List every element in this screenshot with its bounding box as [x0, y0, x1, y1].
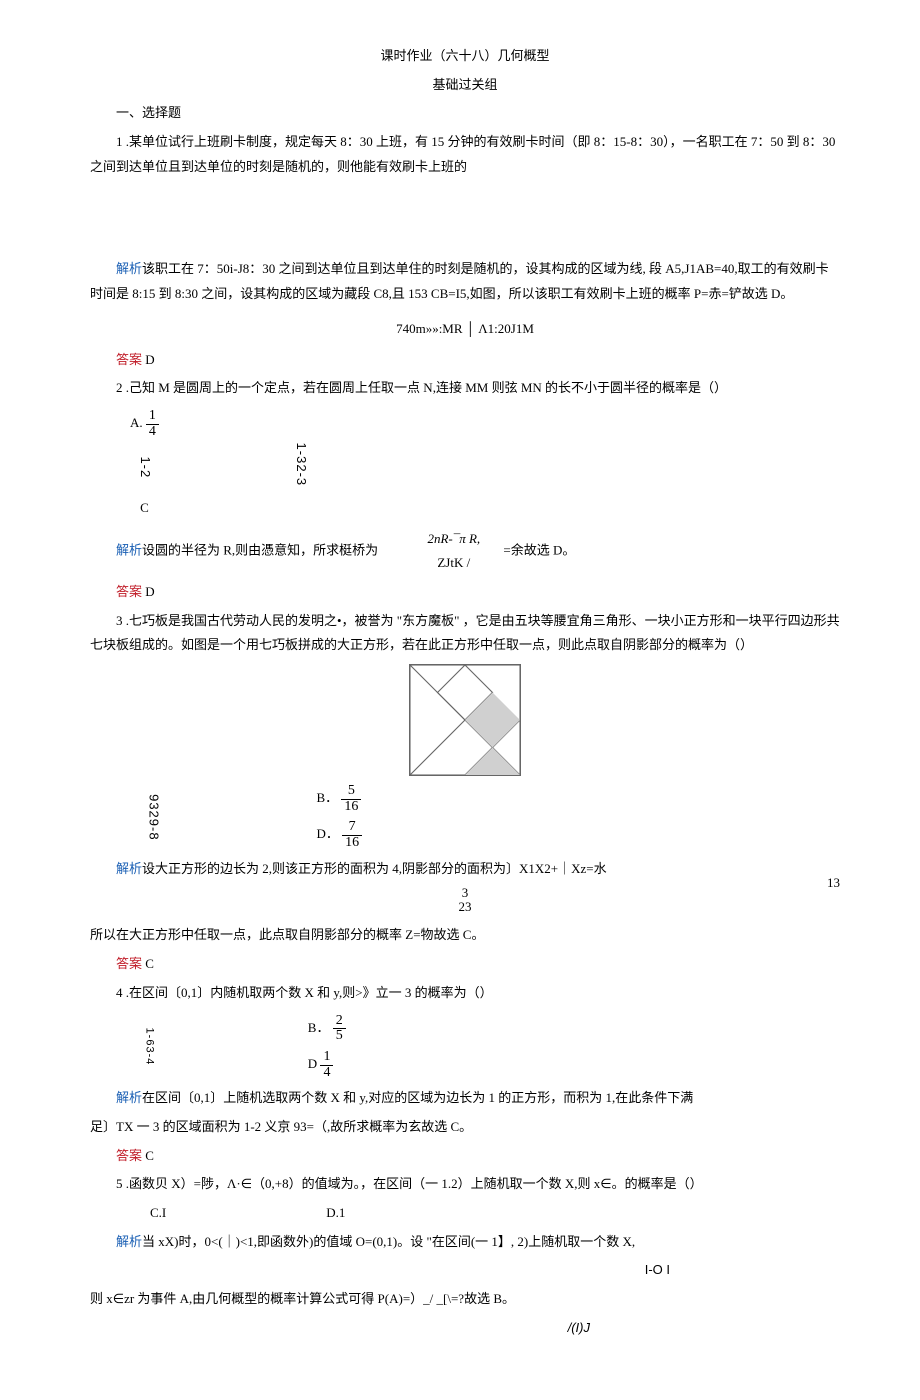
section-heading: 一、选择题 [90, 101, 840, 126]
analysis-label: 解析 [116, 861, 142, 876]
q4-answer: 答案 C [90, 1144, 840, 1169]
q2-rot-left: 1-2 [132, 457, 157, 479]
q3-stack: 323 [90, 886, 840, 920]
q1-answer-val: D [142, 352, 155, 367]
tangram-figure [409, 664, 521, 776]
q5-frac-top: I-O I [90, 1258, 840, 1283]
q1-number-line: 740m»»:MR │ Λ1:20J1M [90, 317, 840, 342]
q3-answer: 答案 C [90, 952, 840, 977]
q3-answer-val: C [142, 956, 154, 971]
q4-analysis-text: 在区间〔0,1〕上随机选取两个数 X 和 y,对应的区域为边长为 1 的正方形，… [142, 1090, 693, 1105]
q2-rot-right: 1-32-3 [288, 443, 313, 487]
q3-opt-b: B． 516 [316, 784, 361, 814]
q1-analysis: 解析该职工在 7：50i-J8：30 之间到达单位且到达单住的时刻是随机的，设其… [90, 257, 840, 306]
q2-answer-val: D [142, 584, 155, 599]
q5-analysis-2: 则 x∈zr 为事件 A,由几何概型的概率计算公式可得 P(A)=）_/ _[\… [90, 1287, 840, 1312]
q5-options: C.I D.1 [150, 1201, 840, 1226]
answer-label: 答案 [116, 584, 142, 599]
page-title: 课时作业（六十八）几何概型 [90, 44, 840, 69]
analysis-label: 解析 [116, 1090, 142, 1105]
q5-frac-bot: /(I)J [90, 1316, 840, 1341]
q3-options: 9329-8 B． 516 D． 716 [130, 784, 840, 851]
q2-opt-a: A. 14 [130, 409, 159, 439]
q3-analysis-text: 设大正方形的边长为 2,则该正方形的面积为 4,阴影部分的面积为〕X1X2+｜X… [142, 861, 607, 876]
page-subtitle: 基础过关组 [90, 73, 840, 98]
q2-opt-c: C [140, 496, 149, 521]
q2-options: A. 14 1-2 C 1-32-3 [130, 409, 840, 521]
analysis-label: 解析 [116, 1234, 142, 1249]
question-4: 4 .在区间〔0,1〕内随机取两个数 X 和 y,则>》立一 3 的概率为（） [90, 981, 840, 1006]
q1-answer: 答案 D [90, 348, 840, 373]
question-1: 1 .某单位试行上班刷卡制度，规定每天 8：30 上班，有 15 分钟的有效刷卡… [90, 130, 840, 179]
q4-opt-b: B． 25 [308, 1014, 346, 1044]
answer-label: 答案 [116, 1148, 142, 1163]
q3-rot-left: 9329-8 [141, 794, 166, 840]
q2-analysis-pre: 设圆的半径为 R,则由憑意知，所求梃桥为 [142, 542, 378, 557]
answer-label: 答案 [116, 956, 142, 971]
q4-rot-left: 1-63-4 [138, 1028, 159, 1066]
q3-analysis-2: 所以在大正方形中任取一点，此点取自阴影部分的概率 Z=物故选 C。 [90, 923, 840, 948]
q4-answer-val: C [142, 1148, 154, 1163]
answer-label: 答案 [116, 352, 142, 367]
q5-analysis: 解析当 xX)时，0<(｜)<1,即函数外)的值域 O=(0,1)。设 "在区间… [90, 1230, 840, 1255]
analysis-label: 解析 [116, 261, 142, 276]
q5-opt-d: D.1 [326, 1201, 345, 1226]
q3-opt-d: D． 716 [316, 820, 362, 850]
q5-opt-c: C.I [150, 1201, 166, 1226]
page: 课时作业（六十八）几何概型 基础过关组 一、选择题 1 .某单位试行上班刷卡制度… [0, 0, 920, 1400]
question-5: 5 .函数贝 X）=陟，Λ·∈（0,+8）的值域为。，在区间（一 1.2）上随机… [90, 1172, 840, 1197]
q2-analysis-tail: =余故选 D。 [503, 542, 575, 557]
analysis-label: 解析 [116, 542, 142, 557]
q1-strip: 740m»»:MR │ Λ1:20J1M [396, 317, 534, 342]
q4-analysis-2: 足〕TX 一 3 的区域面积为 1-2 义京 93=（,故所求概率为玄故选 C。 [90, 1115, 840, 1140]
q5-analysis-text: 当 xX)时，0<(｜)<1,即函数外)的值域 O=(0,1)。设 "在区间(一… [142, 1234, 635, 1249]
q4-opt-d: D 14 [308, 1050, 334, 1080]
q1-analysis-text: 该职工在 7：50i-J8：30 之间到达单位且到达单住的时刻是随机的，设其构成… [90, 261, 829, 301]
q2-answer: 答案 D [90, 580, 840, 605]
q4-analysis: 解析在区间〔0,1〕上随机选取两个数 X 和 y,对应的区域为边长为 1 的正方… [90, 1086, 840, 1111]
question-3: 3 .七巧板是我国古代劳动人民的发明之•，被誉为 "东方魔板" ，它是由五块等腰… [90, 609, 840, 658]
q3-analysis: 解析设大正方形的边长为 2,则该正方形的面积为 4,阴影部分的面积为〕X1X2+… [90, 857, 840, 882]
q2-analysis: 解析设圆的半径为 R,则由憑意知，所求梃桥为 2nR-¯π R, ZJtK / … [90, 527, 840, 576]
question-2: 2 .己知 M 是圆周上的一个定点，若在圆周上任取一点 N,连接 MM 则弦 M… [90, 376, 840, 401]
q4-options: 1-63-4 B． 25 D 14 [130, 1014, 840, 1081]
